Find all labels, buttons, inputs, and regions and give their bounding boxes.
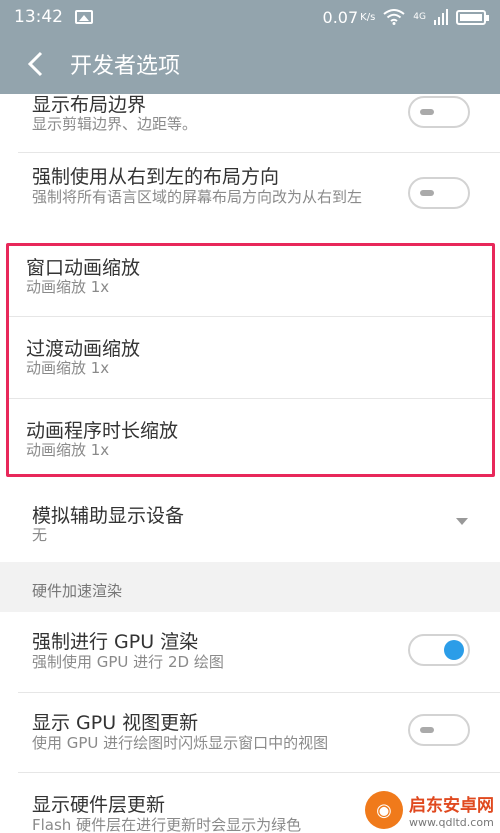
setting-subtitle: 显示剪辑边界、边距等。 <box>32 115 198 133</box>
setting-title: 模拟辅助显示设备 <box>32 505 185 527</box>
watermark-url: www.qdltd.com <box>409 816 494 829</box>
setting-title: 显示硬件层更新 <box>32 794 166 816</box>
page-title: 开发者选项 <box>70 54 181 79</box>
setting-subtitle: 无 <box>32 526 48 544</box>
image-notification-icon <box>75 10 93 24</box>
dropdown-arrow-icon[interactable] <box>456 518 468 525</box>
setting-force-rtl[interactable]: 强制使用从右到左的布局方向 强制将所有语言区域的屏幕布局方向改为从右到左 <box>0 152 500 238</box>
setting-title: 强制进行 GPU 渲染 <box>32 631 199 653</box>
toggle-switch[interactable] <box>408 634 470 666</box>
toggle-switch[interactable] <box>408 714 470 746</box>
watermark-logo-icon: ◉ <box>365 791 403 829</box>
status-indicators: 0.07 K/s 4G <box>322 7 489 27</box>
battery-icon <box>456 9 489 25</box>
highlight-frame <box>6 243 495 477</box>
status-time: 13:42 <box>14 7 63 27</box>
status-bar: 13:42 0.07 K/s 4G <box>0 0 500 34</box>
setting-force-gpu-rendering[interactable]: 强制进行 GPU 渲染 强制使用 GPU 进行 2D 绘图 <box>0 612 500 692</box>
toggle-switch[interactable] <box>408 96 470 128</box>
setting-simulate-secondary-display[interactable]: 模拟辅助显示设备 无 <box>0 485 500 562</box>
wifi-icon <box>383 9 405 25</box>
setting-subtitle: 强制将所有语言区域的屏幕布局方向改为从右到左 <box>32 188 363 206</box>
network-type: 4G <box>413 12 426 22</box>
section-header-label: 硬件加速渲染 <box>32 582 123 600</box>
setting-subtitle: Flash 硬件层在进行更新时会显示为绿色 <box>32 816 302 833</box>
setting-show-layout-bounds[interactable]: 显示布局边界 显示剪辑边界、边距等。 <box>0 82 500 152</box>
watermark: ◉ 启东安卓网 www.qdltd.com <box>365 791 494 829</box>
chevron-left-icon <box>27 51 43 77</box>
setting-title: 强制使用从右到左的布局方向 <box>32 166 280 188</box>
section-header: 硬件加速渲染 <box>0 562 500 612</box>
setting-title: 显示布局边界 <box>32 94 147 116</box>
watermark-name: 启东安卓网 <box>409 796 494 816</box>
setting-title: 显示 GPU 视图更新 <box>32 712 199 734</box>
setting-show-gpu-view-updates[interactable]: 显示 GPU 视图更新 使用 GPU 进行绘图时闪烁显示窗口中的视图 <box>0 692 500 772</box>
setting-subtitle: 使用 GPU 进行绘图时闪烁显示窗口中的视图 <box>32 734 329 752</box>
setting-subtitle: 强制使用 GPU 进行 2D 绘图 <box>32 653 224 671</box>
network-speed: 0.07 <box>322 7 359 27</box>
signal-icon <box>434 9 448 25</box>
toggle-switch[interactable] <box>408 177 470 209</box>
network-speed-unit: K/s <box>360 11 376 23</box>
